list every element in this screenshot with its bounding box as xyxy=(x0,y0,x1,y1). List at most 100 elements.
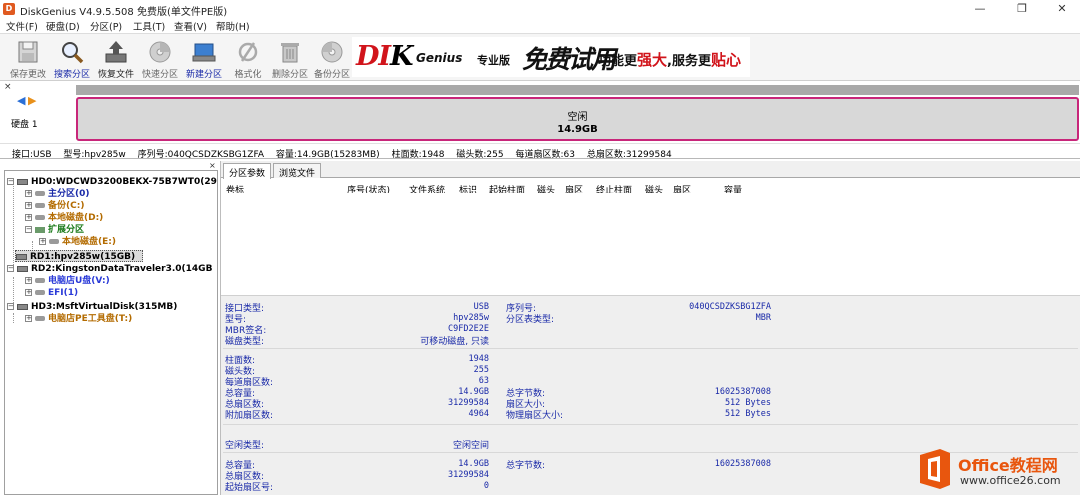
tree-partition-e[interactable]: + 本地磁盘(E:) xyxy=(39,236,116,248)
partition-table-header: 卷标 序号(状态) 文件系统 标识 起始柱面 磁头 扇区 终止柱面 磁头 扇区 … xyxy=(221,179,1080,196)
menu-partition[interactable]: 分区(P) xyxy=(90,19,122,33)
tree-disk-rd2[interactable]: − RD2:KingstonDataTraveler3.0(14GB xyxy=(7,263,212,275)
quick-partition-button[interactable]: 快速分区 xyxy=(138,37,182,81)
recover-files-icon xyxy=(105,41,127,63)
detail-start-sector-label: 起始扇区号: xyxy=(225,483,274,493)
menu-view[interactable]: 查看(V) xyxy=(174,19,207,33)
quick-partition-label: 快速分区 xyxy=(141,70,178,80)
collapse-icon[interactable]: − xyxy=(25,226,32,233)
new-partition-icon xyxy=(192,43,216,62)
expand-icon[interactable]: + xyxy=(25,277,32,284)
expand-icon[interactable]: + xyxy=(25,214,32,221)
detail-mbr-signature-value: C9FD2E2E xyxy=(448,324,489,334)
tab-browse-files[interactable]: 浏览文件 xyxy=(273,163,322,179)
tree-disk-rd1[interactable]: RD1:hpv285w(15GB) xyxy=(15,250,143,262)
format-icon xyxy=(238,42,258,62)
tree-close-icon[interactable]: × xyxy=(209,161,216,170)
detail-total-bytes-value: 16025387008 xyxy=(714,387,771,397)
collapse-icon[interactable]: − xyxy=(7,265,14,272)
recover-files-button[interactable]: 恢复文件 xyxy=(94,37,138,81)
expand-icon[interactable]: + xyxy=(25,190,32,197)
detail-start-sector-value: 0 xyxy=(483,481,489,491)
detail-heads-value: 255 xyxy=(473,365,489,375)
disk-map-close-icon[interactable]: × xyxy=(4,82,12,92)
banner-edition: 专业版 xyxy=(477,54,510,67)
detail-serial-value: 040QCSDZKSBG1ZFA xyxy=(689,302,771,312)
window-title: DiskGenius V4.9.5.508 免费版(单文件PE版) xyxy=(20,7,228,18)
close-button[interactable]: ✕ xyxy=(1042,0,1080,18)
free-space-name: 空闲 xyxy=(567,112,588,123)
usb-disk-icon xyxy=(17,265,28,272)
detail-cylinders-value: 1948 xyxy=(468,354,489,364)
detail-disk-type-label: 磁盘类型: xyxy=(225,337,265,347)
collapse-icon[interactable]: − xyxy=(7,303,14,310)
detail-free-capacity-value: 14.9GB xyxy=(458,459,489,469)
delete-partition-button[interactable]: 删除分区 xyxy=(268,37,312,81)
partition-icon xyxy=(35,191,45,196)
new-partition-button[interactable]: 新建分区 xyxy=(182,37,226,81)
tree-partition-efi[interactable]: + EFI(1) xyxy=(25,287,78,299)
tab-bar: 分区参数 浏览文件 xyxy=(221,161,1080,179)
detail-total-sectors-value: 31299584 xyxy=(448,398,489,408)
promo-banner[interactable]: DIK Genius 专业版 免费试用 功能更强大,服务更贴心 xyxy=(352,37,750,77)
virtual-disk-icon xyxy=(17,303,28,310)
save-changes-label: 保存更改 xyxy=(9,70,46,80)
menu-tools[interactable]: 工具(T) xyxy=(133,19,165,33)
save-changes-button[interactable]: 保存更改 xyxy=(6,37,50,81)
disk-label: 硬盘 1 xyxy=(11,120,38,130)
tree-disk-hd0[interactable]: −HD0:WDCWD3200BEKX-75B7WT0(298GB) xyxy=(7,176,217,188)
search-icon xyxy=(62,42,84,64)
expand-icon[interactable]: + xyxy=(25,315,32,322)
tree-disk-hd3[interactable]: − HD3:MsftVirtualDisk(315MB) xyxy=(7,301,177,313)
tree-partition-t[interactable]: + 电脑店PE工具盘(T:) xyxy=(25,313,132,325)
tree-partition-primary-0[interactable]: + 主分区(0) xyxy=(25,188,90,200)
partition-icon xyxy=(35,215,45,220)
backup-partition-label: 备份分区 xyxy=(313,70,350,80)
info-sectors-per-track: 每道扇区数:63 xyxy=(515,150,575,160)
tree-extended-partition[interactable]: − 扩展分区 xyxy=(25,224,84,236)
disk-info-line: 接口:USB 型号:hpv285w 序列号:040QCSDZKSBG1ZFA 容… xyxy=(0,143,1080,160)
detail-free-type-value: 空闲空间 xyxy=(452,441,489,451)
minimize-button[interactable]: — xyxy=(960,0,1000,18)
format-label: 格式化 xyxy=(234,70,262,80)
backup-partition-button[interactable]: 备份分区 xyxy=(310,37,354,81)
maximize-button[interactable]: ❐ xyxy=(1002,0,1042,18)
menu-help[interactable]: 帮助(H) xyxy=(216,19,250,33)
new-partition-label: 新建分区 xyxy=(185,70,222,80)
free-space-block[interactable]: 空闲 14.9GB xyxy=(76,97,1079,141)
info-serial: 序列号:040QCSDZKSBG1ZFA xyxy=(137,150,264,160)
hard-disk-icon xyxy=(17,178,28,185)
search-partition-label: 搜索分区 xyxy=(53,70,90,80)
partition-icon xyxy=(49,239,59,244)
tree-partition-d[interactable]: + 本地磁盘(D:) xyxy=(25,212,103,224)
detail-free-type-label: 空闲类型: xyxy=(225,441,265,451)
partition-list[interactable] xyxy=(221,193,1080,295)
info-total-sectors: 总扇区数:31299584 xyxy=(586,150,672,160)
expand-icon[interactable]: + xyxy=(25,289,32,296)
search-partition-button[interactable]: 搜索分区 xyxy=(50,37,94,81)
quick-partition-icon xyxy=(149,41,171,63)
format-button[interactable]: 格式化 xyxy=(226,37,270,81)
office-logo-icon xyxy=(920,449,950,489)
tree-partition-c[interactable]: + 备份(C:) xyxy=(25,200,84,212)
watermark-brand: Office教程网 xyxy=(958,456,1058,475)
collapse-icon[interactable]: − xyxy=(7,178,14,185)
partition-icon xyxy=(35,290,45,295)
banner-brand-genius: Genius xyxy=(416,51,463,65)
expand-icon[interactable]: + xyxy=(39,238,46,245)
detail-extra-sectors-label: 附加扇区数: xyxy=(225,411,274,421)
disk-tree-panel: −HD0:WDCWD3200BEKX-75B7WT0(298GB) +主分区(0… xyxy=(4,170,218,495)
disk-usage-bar xyxy=(76,85,1079,95)
menu-disk[interactable]: 硬盘(D) xyxy=(46,19,80,33)
menu-file[interactable]: 文件(F) xyxy=(6,19,38,33)
tree-partition-v[interactable]: + 电脑店U盘(V:) xyxy=(25,275,110,287)
previous-disk-icon[interactable]: ◀ xyxy=(17,94,25,107)
menu-bar: 文件(F) 硬盘(D) 分区(P) 工具(T) 查看(V) 帮助(H) xyxy=(0,18,1080,33)
free-space-size: 14.9GB xyxy=(557,124,598,135)
tab-partition-params[interactable]: 分区参数 xyxy=(223,163,272,179)
info-heads: 磁头数:255 xyxy=(456,150,504,160)
detail-partition-table-type-value: MBR xyxy=(755,313,771,323)
expand-icon[interactable]: + xyxy=(25,202,32,209)
next-disk-icon[interactable]: ▶ xyxy=(28,94,36,107)
detail-model-value: hpv285w xyxy=(453,313,489,323)
